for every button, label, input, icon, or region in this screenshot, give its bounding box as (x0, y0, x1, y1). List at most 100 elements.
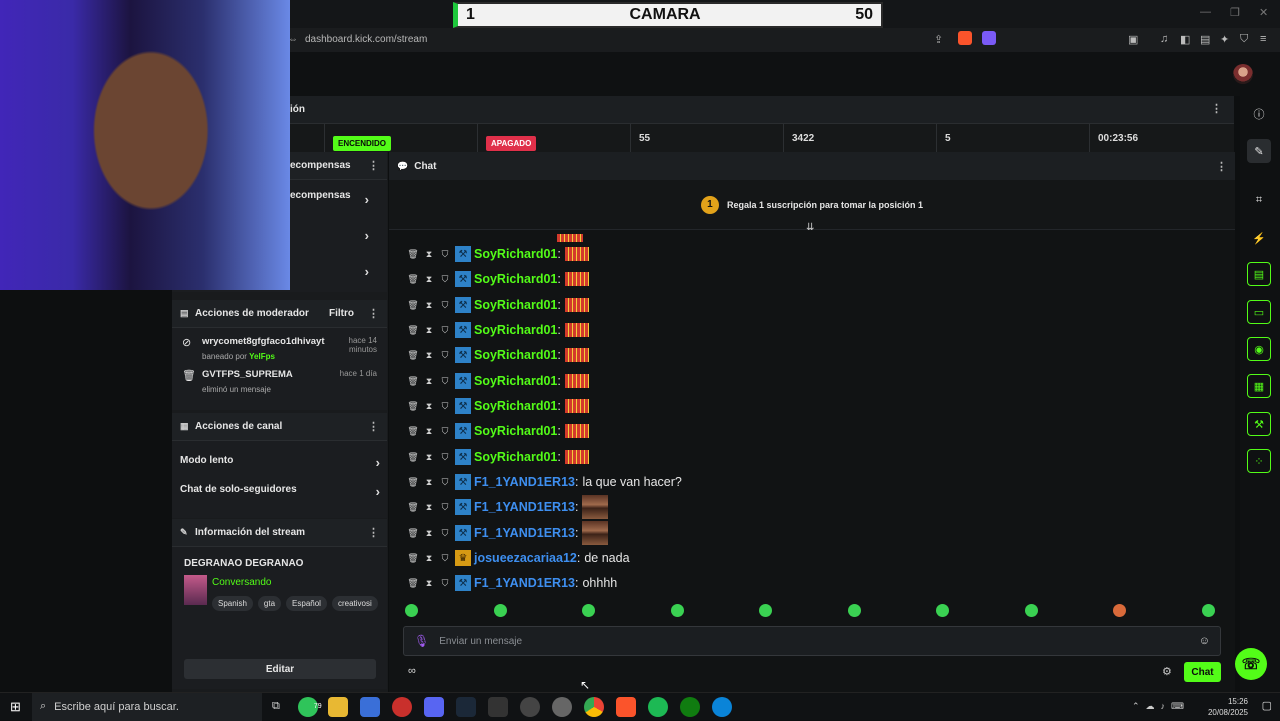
delete-message-icon[interactable]: 🗑 (405, 300, 421, 311)
chat-message[interactable]: 🗑 ⧗ ⛉ ⚒ SoyRichard01: (405, 243, 589, 265)
timeout-icon[interactable]: ⧗ (421, 452, 437, 463)
ban-user-icon[interactable]: ⛉ (437, 578, 453, 589)
app-icon[interactable] (551, 696, 572, 717)
emote[interactable] (1201, 604, 1215, 617)
ban-user-icon[interactable]: ⛉ (437, 528, 453, 539)
chat-username[interactable]: SoyRichard01 (474, 399, 557, 413)
chat-input[interactable]: 🎙 Enviar un mensaje ☺ (403, 626, 1221, 656)
connections-icon[interactable]: ⁘ (1247, 449, 1271, 473)
chat-message[interactable]: 🗑 ⧗ ⛉ ⚒ SoyRichard01: (405, 344, 589, 366)
spotify-icon[interactable] (647, 696, 668, 717)
chat-username[interactable]: F1_1YAND1ER13 (474, 526, 575, 540)
system-tray-icons[interactable]: ⌃☁♪⌨ (1132, 701, 1190, 712)
rewards-item[interactable]: ecompensas (290, 190, 351, 201)
screenshot-icon[interactable]: ▣ (1128, 33, 1138, 46)
chevron-right-icon[interactable]: › (365, 192, 369, 207)
ban-user-icon[interactable]: ⛉ (437, 553, 453, 564)
chat-username[interactable]: SoyRichard01 (474, 374, 557, 388)
chat-username[interactable]: SoyRichard01 (474, 348, 557, 362)
gear-icon[interactable]: ⚙ (1162, 665, 1172, 678)
avatar[interactable] (1233, 64, 1253, 84)
timeout-icon[interactable]: ⧗ (421, 274, 437, 285)
timeout-icon[interactable]: ⧗ (421, 553, 437, 564)
more-icon[interactable]: ⋮ (368, 420, 379, 433)
delete-message-icon[interactable]: 🗑 (405, 528, 421, 539)
delete-message-icon[interactable]: 🗑 (405, 376, 421, 387)
more-icon[interactable]: ⋮ (368, 307, 379, 320)
timeout-icon[interactable]: ⧗ (421, 426, 437, 437)
layout-icon[interactable]: ▦ (1247, 374, 1271, 398)
file-explorer-icon[interactable] (327, 696, 348, 717)
timeout-icon[interactable]: ⧗ (421, 350, 437, 361)
notifications-icon[interactable]: ▢ (1262, 699, 1272, 712)
delete-message-icon[interactable]: 🗑 (405, 578, 421, 589)
edge-icon[interactable] (711, 696, 732, 717)
menu-icon[interactable]: ≡ (1260, 33, 1266, 45)
ban-user-icon[interactable]: ⛉ (437, 502, 453, 513)
chat-message[interactable]: 🗑 ⧗ ⛉ ⚒ SoyRichard01: (405, 370, 589, 392)
chat-message[interactable]: 🗑 ⧗ ⛉ ⚒ F1_1YAND1ER13: la que van hacer? (405, 471, 682, 493)
app-icon[interactable] (519, 696, 540, 717)
chevron-right-icon[interactable]: › (365, 228, 369, 243)
followers-only-item[interactable]: Chat de solo-seguidores › (180, 484, 380, 499)
timeout-icon[interactable]: ⧗ (421, 477, 437, 488)
delete-message-icon[interactable]: 🗑 (405, 249, 421, 260)
chat-username[interactable]: SoyRichard01 (474, 272, 557, 286)
wrench-icon[interactable]: ⚒ (1247, 412, 1271, 436)
chat-username[interactable]: F1_1YAND1ER13 (474, 500, 575, 514)
more-icon[interactable]: ⋮ (368, 526, 379, 539)
notes-icon[interactable]: ▤ (1247, 262, 1271, 286)
ban-user-icon[interactable]: ⛉ (437, 274, 453, 285)
music-icon[interactable]: ♫ (1160, 33, 1168, 45)
emote[interactable] (1024, 604, 1038, 617)
delete-message-icon[interactable]: 🗑 (405, 325, 421, 336)
infinity-icon[interactable]: ∞ (408, 665, 416, 677)
chat-icon[interactable]: ▭ (1247, 300, 1271, 324)
chat-message[interactable]: 🗑 ⧗ ⛉ ⚒ SoyRichard01: (405, 268, 589, 290)
chat-username[interactable]: SoyRichard01 (474, 424, 557, 438)
emoji-icon[interactable]: ☺ (1199, 635, 1210, 647)
emote[interactable] (847, 604, 861, 617)
discord-icon[interactable] (423, 696, 444, 717)
chat-username[interactable]: SoyRichard01 (474, 247, 557, 261)
steam-icon[interactable] (455, 696, 476, 717)
delete-message-icon[interactable]: 🗑 (405, 452, 421, 463)
ban-user-icon[interactable]: ⛉ (437, 249, 453, 260)
ban-user-icon[interactable]: ⛉ (437, 325, 453, 336)
timeout-icon[interactable]: ⧗ (421, 502, 437, 513)
brave-rewards-icon[interactable] (982, 31, 996, 45)
vpn-icon[interactable]: ⛉ (1240, 33, 1248, 46)
timeout-icon[interactable]: ⧗ (421, 376, 437, 387)
chat-message[interactable]: 🗑 ⧗ ⛉ ⚒ F1_1YAND1ER13: (405, 495, 609, 519)
chat-message[interactable]: 🗑 ⧗ ⛉ ⚒ SoyRichard01: (405, 294, 589, 316)
filter-button[interactable]: Filtro (329, 308, 354, 319)
bolt-icon[interactable]: ⚡ (1247, 226, 1271, 250)
list-item[interactable]: ⊘ wrycomet8gfgfaco1dhivayt baneado por Y… (172, 328, 387, 369)
list-item[interactable]: 🗑 GVTFPS_SUPREMA eliminó un mensaje hace… (172, 369, 387, 402)
chat-username[interactable]: SoyRichard01 (474, 298, 557, 312)
chat-username[interactable]: SoyRichard01 (474, 450, 557, 464)
xbox-icon[interactable] (679, 696, 700, 717)
send-chat-button[interactable]: Chat (1184, 662, 1221, 682)
task-view-icon[interactable]: ⧉ (272, 700, 280, 713)
chat-message[interactable]: 🗑 ⧗ ⛉ ⚒ F1_1YAND1ER13: ohhhh (405, 572, 617, 594)
delete-message-icon[interactable]: 🗑 (405, 553, 421, 564)
emote[interactable] (405, 604, 418, 617)
delete-message-icon[interactable]: 🗑 (405, 401, 421, 412)
emote[interactable] (759, 604, 773, 617)
edit-button[interactable]: Editar (184, 659, 376, 679)
chat-message[interactable]: 🗑 ⧗ ⛉ ♛ josueezacariaa12: de nada (405, 547, 630, 569)
maximize-icon[interactable]: ❐ (1230, 6, 1240, 19)
timeout-icon[interactable]: ⧗ (421, 325, 437, 336)
delete-message-icon[interactable]: 🗑 (405, 502, 421, 513)
chat-username[interactable]: SoyRichard01 (474, 323, 557, 337)
emote[interactable] (493, 604, 507, 617)
timeout-icon[interactable]: ⧗ (421, 578, 437, 589)
close-icon[interactable]: ✕ (1259, 6, 1268, 19)
url-text[interactable]: dashboard.kick.com/stream (305, 34, 427, 45)
more-icon[interactable]: ⋮ (368, 159, 379, 172)
ban-user-icon[interactable]: ⛉ (437, 300, 453, 311)
delete-message-icon[interactable]: 🗑 (405, 426, 421, 437)
chat-message[interactable]: 🗑 ⧗ ⛉ ⚒ SoyRichard01: (405, 446, 589, 468)
expand-icon[interactable]: ⇊ (806, 222, 814, 233)
